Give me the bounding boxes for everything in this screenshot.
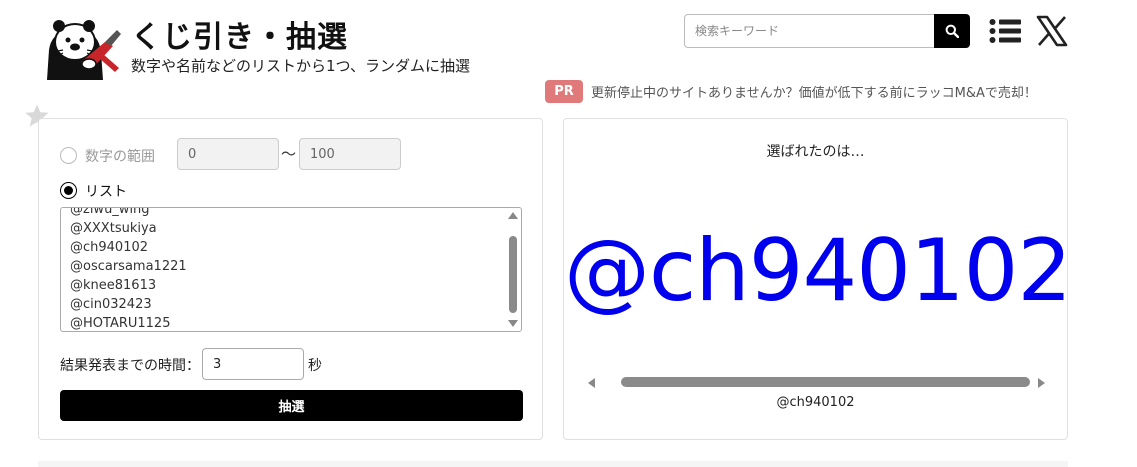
scroll-down-arrow-icon[interactable] bbox=[508, 320, 518, 327]
otter-mascot-logo[interactable] bbox=[43, 12, 121, 80]
draw-button[interactable]: 抽選 bbox=[60, 390, 523, 421]
scroll-right-arrow-icon[interactable] bbox=[1038, 378, 1045, 388]
time-value: 3 bbox=[213, 356, 222, 372]
list-item: @cin032423 bbox=[70, 297, 152, 312]
pr-badge: PR bbox=[545, 79, 583, 103]
list-item: @HOTARU1125 bbox=[70, 316, 171, 331]
next-section-edge bbox=[38, 461, 1068, 467]
scroll-left-arrow-icon[interactable] bbox=[588, 378, 595, 388]
mode-range-label: 数字の範囲 bbox=[85, 149, 155, 165]
list-lines: @ziwu_wing @XXXtsukiya @ch940102 @oscars… bbox=[70, 207, 503, 331]
mode-list-radio[interactable] bbox=[60, 182, 77, 199]
search-icon bbox=[945, 24, 959, 38]
mode-range-radio[interactable] bbox=[60, 147, 77, 164]
time-input[interactable]: 3 bbox=[202, 348, 304, 380]
result-small-text: @ch940102 bbox=[776, 395, 855, 410]
list-item: @XXXtsukiya bbox=[70, 221, 157, 236]
list-menu-icon[interactable] bbox=[989, 18, 1021, 44]
page-title: くじ引き・抽選 bbox=[131, 20, 348, 55]
range-from-value: 0 bbox=[188, 146, 197, 162]
scroll-up-arrow-icon[interactable] bbox=[508, 212, 518, 219]
list-item: @oscarsama1221 bbox=[70, 259, 187, 274]
search-input[interactable] bbox=[684, 14, 934, 48]
list-item: @knee81613 bbox=[70, 278, 157, 293]
list-item: @ziwu_wing bbox=[70, 207, 150, 217]
result-scrollbar[interactable] bbox=[588, 376, 1045, 390]
range-to-input[interactable]: 100 bbox=[299, 138, 401, 170]
mode-list-label: リスト bbox=[85, 184, 127, 200]
x-logo-icon[interactable] bbox=[1036, 15, 1068, 47]
time-unit: 秒 bbox=[308, 358, 322, 374]
search-button[interactable] bbox=[934, 14, 970, 48]
time-label: 結果発表までの時間： bbox=[60, 358, 200, 374]
range-from-input[interactable]: 0 bbox=[177, 138, 279, 170]
promo-link[interactable]: 更新停止中のサイトありませんか？価値が低下する前にラッコM&Aで売却！ bbox=[591, 82, 1037, 101]
search-form bbox=[684, 14, 970, 48]
range-separator: 〜 bbox=[281, 145, 297, 163]
list-scrollbar-thumb[interactable] bbox=[509, 236, 517, 313]
result-big-text: @ch940102 bbox=[564, 221, 1072, 321]
range-to-value: 100 bbox=[310, 146, 335, 162]
list-scrollbar[interactable] bbox=[506, 209, 520, 330]
list-textarea[interactable]: @ziwu_wing @XXXtsukiya @ch940102 @oscars… bbox=[60, 207, 522, 332]
list-item: @ch940102 bbox=[70, 240, 149, 255]
promo-banner[interactable]: PR 更新停止中のサイトありませんか？価値が低下する前にラッコM&Aで売却！ bbox=[545, 79, 1037, 103]
result-scrollbar-thumb[interactable] bbox=[621, 377, 1030, 387]
page-subtitle: 数字や名前などのリストから1つ、ランダムに抽選 bbox=[131, 57, 470, 75]
result-label: 選ばれたのは… bbox=[766, 144, 865, 160]
result-panel: 選ばれたのは… @ch940102 @ch940102 bbox=[563, 118, 1072, 440]
lottery-settings-panel: 数字の範囲 0 〜 100 リスト @ziwu_wing @XXXtsukiya… bbox=[38, 118, 543, 440]
